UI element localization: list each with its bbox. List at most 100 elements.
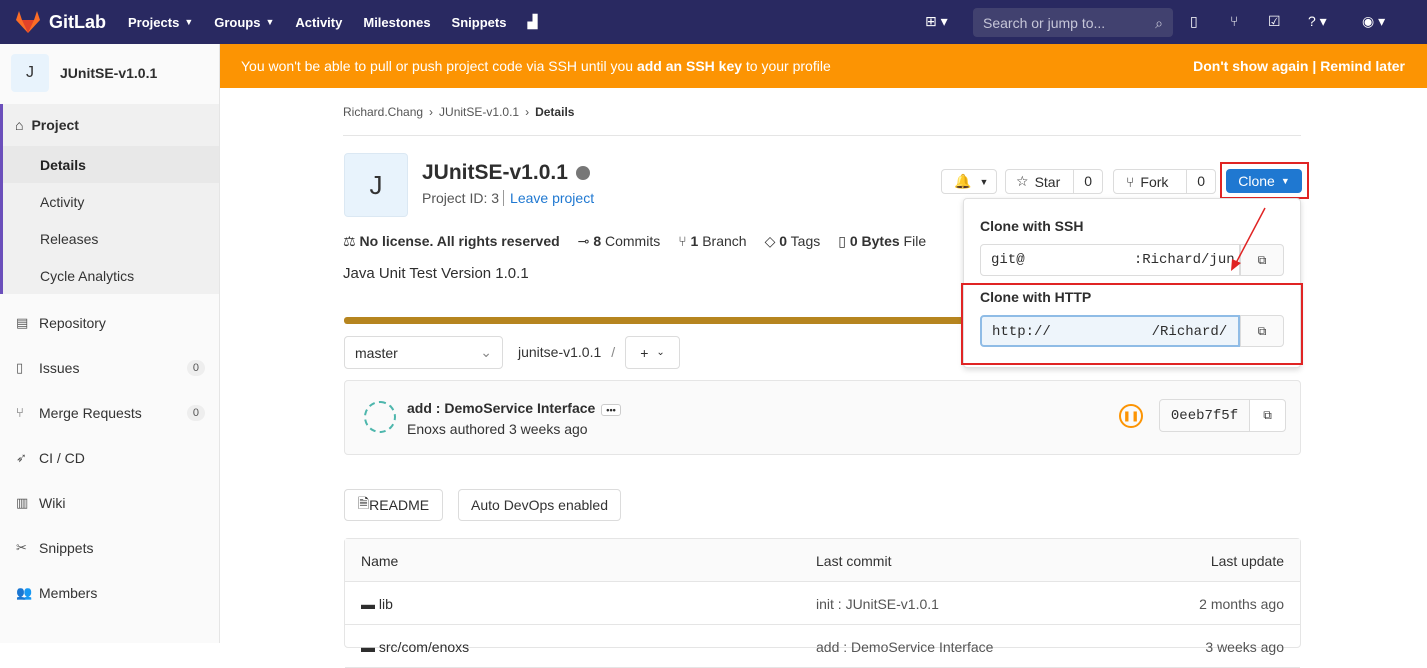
path-root-link[interactable]: junitse-v1.0.1 (518, 344, 601, 360)
table-row[interactable]: ▬ lib init : JUnitSE-v1.0.1 2 months ago (345, 582, 1300, 625)
book-icon: ▤ (16, 314, 29, 330)
author-avatar[interactable] (364, 401, 396, 433)
readme-button[interactable]: 🗎 README (344, 489, 443, 521)
add-ssh-key-link[interactable]: add an SSH key (637, 58, 742, 74)
fork-icon: ⑂ (1126, 173, 1135, 190)
breadcrumb: Richard.Chang › JUnitSE-v1.0.1 › Details (343, 105, 575, 119)
file-last-commit[interactable]: init : JUnitSE-v1.0.1 (816, 596, 939, 612)
sidebar-item-ci-cd[interactable]: ➶ CI / CD (0, 435, 219, 480)
chevron-down-icon: ▼ (184, 17, 194, 27)
plus-icon: + (640, 344, 649, 361)
sidebar-item-activity[interactable]: Activity (3, 183, 219, 220)
table-row[interactable]: ▬ src/com/enoxs add : DemoService Interf… (345, 625, 1300, 668)
project-description: Java Unit Test Version 1.0.1 (343, 265, 529, 282)
copy-icon: ⧉ (1263, 408, 1272, 422)
nav-snippets[interactable]: Snippets (452, 15, 507, 30)
sidebar-item-cycle-analytics[interactable]: Cycle Analytics (3, 257, 219, 294)
col-last-update: Last update (1210, 553, 1284, 569)
annotation-box-http (961, 283, 1303, 365)
notification-dropdown[interactable]: 🔔 ▼ (941, 169, 997, 194)
sidebar-item-members[interactable]: 👥 Members (0, 570, 219, 615)
search-icon: ⌕ (1155, 15, 1163, 31)
sidebar-item-project[interactable]: ⌂ Project (3, 104, 219, 146)
page-title: JUnitSE-v1.0.1 (422, 161, 590, 185)
chevron-down-icon: ⌄ (656, 347, 665, 358)
banner-actions: Don't show again | Remind later (1193, 58, 1405, 74)
language-bar (344, 317, 964, 324)
last-commit-panel: add : DemoService Interface ••• Enoxs aut… (344, 380, 1301, 455)
bytes-stat[interactable]: ▯ 0 Bytes File (838, 233, 926, 250)
file-last-update: 3 weeks ago (1205, 639, 1284, 655)
fork-button[interactable]: ⑂ Fork 0 (1113, 169, 1216, 194)
main-nav: Projects ▼ Groups ▼ Activity Milestones Sn… (128, 14, 558, 30)
new-plus-icon[interactable]: ⊞ ▾ (925, 13, 948, 30)
gitlab-logo[interactable]: GitLab (15, 10, 115, 34)
wiki-icon: ▥ (16, 494, 29, 510)
branch-select[interactable]: master ⌄ (344, 336, 503, 369)
sidebar-project-header[interactable]: J JUnitSE-v1.0.1 (0, 44, 219, 102)
branch-stat[interactable]: ⑂ 1 Branch (678, 233, 746, 250)
sidebar-item-wiki[interactable]: ▥ Wiki (0, 480, 219, 525)
pipeline-status-icon[interactable]: ❚❚ (1119, 404, 1143, 428)
tag-icon: ◇ (764, 233, 780, 249)
star-button[interactable]: ☆ Star 0 (1005, 169, 1103, 194)
merge-request-icon[interactable]: ⑂ (1230, 13, 1238, 29)
nav-milestones[interactable]: Milestones (363, 15, 430, 30)
star-icon: ☆ (1016, 173, 1029, 189)
search-input[interactable]: Search or jump to... ⌕ (973, 8, 1173, 37)
dont-show-again-link[interactable]: Don't show again (1193, 58, 1308, 74)
file-name[interactable]: ▬ lib (361, 596, 393, 612)
sidebar-item-issues[interactable]: ▯ Issues 0 (0, 345, 219, 390)
file-last-commit[interactable]: add : DemoService Interface (816, 639, 993, 655)
bell-icon: 🔔 (954, 173, 972, 189)
commits-stat[interactable]: ⊸ 8 Commits (578, 233, 661, 250)
todo-icon[interactable]: ☑ (1268, 13, 1281, 30)
commit-author: Enoxs authored 3 weeks ago (407, 421, 588, 437)
copy-sha-button[interactable]: ⧉ (1249, 399, 1286, 432)
col-name: Name (361, 553, 399, 569)
project-stats: ⚖ No license. All rights reserved ⊸ 8 Co… (343, 233, 926, 250)
expand-dots-icon[interactable]: ••• (601, 404, 621, 416)
annotation-box-clone (1220, 162, 1309, 199)
merge-request-icon: ⑂ (16, 405, 24, 420)
folder-icon: ▬ (361, 639, 379, 655)
auto-devops-button[interactable]: Auto DevOps enabled (458, 489, 621, 521)
commit-sha[interactable]: 0eeb7f5f (1159, 399, 1250, 432)
nav-activity[interactable]: Activity (295, 15, 342, 30)
chevron-down-icon: ▼ (265, 17, 275, 27)
help-icon[interactable]: ? ▾ (1308, 13, 1327, 30)
breadcrumb-user[interactable]: Richard.Chang (343, 105, 423, 119)
repo-path: junitse-v1.0.1/ (518, 344, 616, 360)
public-globe-icon (575, 166, 590, 180)
folder-icon: ▬ (361, 596, 379, 612)
sidebar-item-repository[interactable]: ▤ Repository (0, 300, 219, 345)
chart-icon[interactable]: ▟ (527, 14, 537, 30)
file-icon: ▯ (838, 233, 850, 249)
branch-icon: ⑂ (678, 233, 691, 249)
sidebar-item-releases[interactable]: Releases (3, 220, 219, 257)
user-avatar[interactable]: ◉ ▾ (1362, 13, 1385, 30)
file-name[interactable]: ▬ src/com/enoxs (361, 639, 469, 655)
ssh-title: Clone with SSH (980, 218, 1084, 234)
sidebar-item-snippets[interactable]: ✂ Snippets (0, 525, 219, 570)
nav-projects[interactable]: Projects ▼ (128, 15, 193, 30)
sidebar-item-merge-requests[interactable]: ⑂ Merge Requests 0 (0, 390, 219, 435)
add-file-dropdown[interactable]: + ⌄ (625, 336, 680, 369)
tags-stat[interactable]: ◇ 0 Tags (765, 233, 821, 250)
project-avatar: J (11, 54, 49, 92)
nav-groups[interactable]: Groups ▼ (214, 15, 274, 30)
ssh-url-input[interactable]: git@ :Richard/jun (980, 244, 1240, 276)
commit-title[interactable]: add : DemoService Interface ••• (407, 400, 621, 416)
files-table: Name Last commit Last update ▬ lib init … (344, 538, 1301, 668)
remind-later-link[interactable]: Remind later (1320, 58, 1405, 74)
users-icon: 👥 (16, 584, 33, 600)
brand-name: GitLab (49, 11, 106, 32)
issues-icon[interactable]: ▯ (1190, 13, 1198, 30)
breadcrumb-project[interactable]: JUnitSE-v1.0.1 (439, 105, 519, 119)
ssh-key-banner: You won't be able to pull or push projec… (220, 44, 1427, 88)
home-icon: ⌂ (15, 117, 24, 133)
sidebar-item-details[interactable]: Details (3, 146, 219, 183)
license-stat[interactable]: ⚖ No license. All rights reserved (343, 233, 560, 250)
leave-project-link[interactable]: Leave project (503, 190, 595, 206)
sidebar-project-name: JUnitSE-v1.0.1 (60, 65, 158, 81)
